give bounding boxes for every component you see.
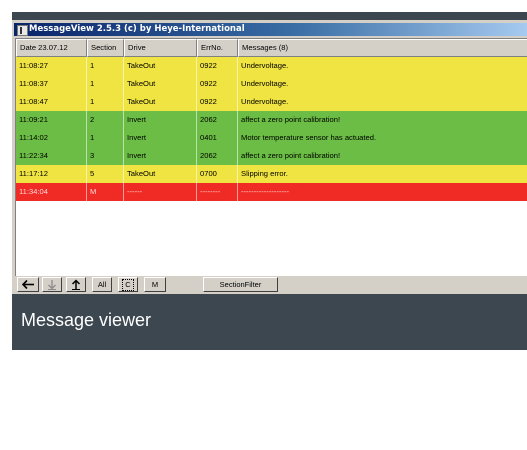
window-title: MessageView 2.5.3 (c) by Heye-Internatio…	[29, 24, 245, 34]
m-button[interactable]: M	[144, 277, 166, 292]
table-header: Date 23.07.12 Section Drive ErrNo. Messa…	[16, 39, 527, 57]
toolbar: All C M SectionFilter	[12, 275, 527, 294]
row-drive: ------	[124, 183, 197, 201]
row-time: 11:17:12	[16, 165, 87, 183]
c-button-label: C	[122, 279, 134, 291]
row-errno: 0401	[197, 129, 238, 147]
app-icon	[17, 25, 28, 36]
header-section[interactable]: Section	[87, 39, 124, 57]
row-errno: 2062	[197, 147, 238, 165]
table-row[interactable]: 11:14:02 1 Invert 0401 Motor temperature sen…	[16, 129, 527, 147]
row-time: 11:08:37	[16, 75, 87, 93]
header-date[interactable]: Date 23.07.12	[16, 39, 87, 57]
row-message: Undervoltage.	[238, 93, 527, 111]
row-errno: 0922	[197, 75, 238, 93]
arrow-down-icon	[43, 279, 61, 290]
header-errno[interactable]: ErrNo.	[197, 39, 238, 57]
row-section: 1	[87, 129, 124, 147]
row-drive: TakeOut	[124, 57, 197, 75]
table-row[interactable]: 11:17:12 5 TakeOut 0700 Slipping error.	[16, 165, 527, 183]
row-drive: Invert	[124, 147, 197, 165]
table-row[interactable]: 11:08:37 1 TakeOut 0922 Undervoltage.	[16, 75, 527, 93]
row-section: M	[87, 183, 124, 201]
table-row[interactable]: 11:34:04 M ------ -------- -----------------…	[16, 183, 527, 201]
row-errno: --------	[197, 183, 238, 201]
row-section: 3	[87, 147, 124, 165]
row-message: Undervoltage.	[238, 57, 527, 75]
top-band	[12, 12, 527, 20]
row-section: 5	[87, 165, 124, 183]
row-section: 1	[87, 93, 124, 111]
row-drive: Invert	[124, 129, 197, 147]
row-drive: TakeOut	[124, 75, 197, 93]
message-view-window: MessageView 2.5.3 (c) by Heye-Internatio…	[12, 20, 527, 294]
back-button[interactable]	[17, 277, 39, 292]
header-drive[interactable]: Drive	[124, 39, 197, 57]
row-message: affect a zero point calibration!	[238, 147, 527, 165]
message-list[interactable]: Date 23.07.12 Section Drive ErrNo. Messa…	[15, 38, 527, 276]
table-row[interactable]: 11:22:34 3 Invert 2062 affect a zero point c…	[16, 147, 527, 165]
table-row[interactable]: 11:09:21 2 Invert 2062 affect a zero point c…	[16, 111, 527, 129]
row-errno: 2062	[197, 111, 238, 129]
row-section: 1	[87, 75, 124, 93]
caption-bar: Message viewer	[12, 294, 527, 350]
row-message: Slipping error.	[238, 165, 527, 183]
row-section: 2	[87, 111, 124, 129]
row-message: Undervoltage.	[238, 75, 527, 93]
row-message: Motor temperature sensor has actuated.	[238, 129, 527, 147]
all-button[interactable]: All	[92, 277, 112, 292]
row-message: affect a zero point calibration!	[238, 111, 527, 129]
row-drive: TakeOut	[124, 165, 197, 183]
title-bar: MessageView 2.5.3 (c) by Heye-Internatio…	[14, 23, 527, 36]
row-section: 1	[87, 57, 124, 75]
c-button[interactable]: C	[118, 277, 138, 292]
row-message: -------------------	[238, 183, 527, 201]
row-drive: TakeOut	[124, 93, 197, 111]
row-drive: Invert	[124, 111, 197, 129]
down-button[interactable]	[42, 277, 62, 292]
row-errno: 0922	[197, 57, 238, 75]
table-row[interactable]: 11:08:27 1 TakeOut 0922 Undervoltage.	[16, 57, 527, 75]
row-errno: 0922	[197, 93, 238, 111]
row-time: 11:09:21	[16, 111, 87, 129]
arrow-left-icon	[18, 279, 38, 290]
table-row[interactable]: 11:08:47 1 TakeOut 0922 Undervoltage.	[16, 93, 527, 111]
up-button[interactable]	[66, 277, 86, 292]
arrow-up-icon	[67, 279, 85, 290]
row-time: 11:08:47	[16, 93, 87, 111]
caption-text: Message viewer	[21, 310, 152, 330]
section-filter-button[interactable]: SectionFilter	[203, 277, 278, 292]
row-time: 11:34:04	[16, 183, 87, 201]
header-messages[interactable]: Messages (8)	[238, 39, 527, 57]
row-time: 11:08:27	[16, 57, 87, 75]
row-errno: 0700	[197, 165, 238, 183]
row-time: 11:22:34	[16, 147, 87, 165]
row-time: 11:14:02	[16, 129, 87, 147]
